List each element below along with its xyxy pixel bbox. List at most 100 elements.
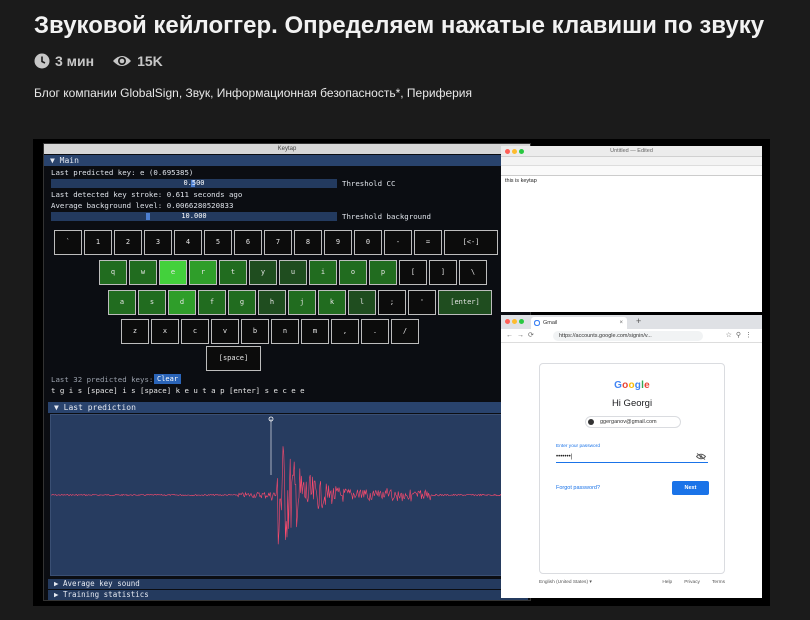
footer-links: Help Privacy Terms [662,580,725,585]
key-v[interactable]: v [211,319,239,344]
key-7[interactable]: 7 [264,230,292,255]
footer-privacy-link[interactable]: Privacy [684,580,700,585]
nav-arrows-icon[interactable]: ←→⟳ [506,331,538,339]
key-sym1-12[interactable]: \ [459,260,487,285]
last-predicted-key: Last predicted key: e (0.695385) [51,168,194,177]
zoom-icon[interactable] [519,319,524,324]
key-i[interactable]: i [309,260,337,285]
key-sym2-9[interactable]: ; [378,290,406,315]
threshold-cc-slider[interactable]: 0.500 [51,179,337,188]
key-w[interactable]: w [129,260,157,285]
key-sym1-10[interactable]: [ [399,260,427,285]
key-m[interactable]: m [301,319,329,344]
signin-card: Google Hi Georgi ggerganov@gmail.com Ent… [539,363,725,574]
key-z[interactable]: z [121,319,149,344]
key-e[interactable]: e [159,260,187,285]
footer-help-link[interactable]: Help [662,580,672,585]
key-h[interactable]: h [258,290,286,315]
key-a[interactable]: a [108,290,136,315]
key-b[interactable]: b [241,319,269,344]
language-select[interactable]: English (United States) ▾ [539,580,592,585]
key-enter[interactable]: [enter] [438,290,492,315]
key-sym0-12[interactable]: = [414,230,442,255]
key-p[interactable]: p [369,260,397,285]
minimize-icon[interactable] [512,319,517,324]
key-6[interactable]: 6 [234,230,262,255]
textedit-toolbar [501,157,762,166]
hubs-text[interactable]: Блог компании GlobalSign, Звук, Информац… [34,86,472,100]
google-logo: Google [540,380,724,391]
key-sym2-10[interactable]: ' [408,290,436,315]
minimize-icon[interactable] [512,149,517,154]
key-sym3-8[interactable]: . [361,319,389,344]
eye-off-icon[interactable] [696,453,706,460]
article-image: Keytap ▼ Main Last predicted key: e (0.6… [33,139,770,606]
last-prediction-header[interactable]: ▼ Last prediction [48,402,528,413]
chrome-window-controls [505,319,524,324]
key-c[interactable]: c [181,319,209,344]
key-u[interactable]: u [279,260,307,285]
clear-button[interactable]: Clear [154,374,182,384]
key-t[interactable]: t [219,260,247,285]
key-space[interactable]: [space] [206,346,261,371]
password-input[interactable]: •••••••| [556,452,708,463]
key-sym0-0[interactable]: ` [54,230,82,255]
new-tab-icon[interactable]: + [636,316,641,326]
key-0[interactable]: 0 [354,230,382,255]
key-sym3-9[interactable]: / [391,319,419,344]
key-s[interactable]: s [138,290,166,315]
key-r[interactable]: r [189,260,217,285]
eye-icon [113,56,132,66]
key-g[interactable]: g [228,290,256,315]
key-9[interactable]: 9 [324,230,352,255]
zoom-icon[interactable] [519,149,524,154]
key-sym0-11[interactable]: - [384,230,412,255]
key-1[interactable]: 1 [84,230,112,255]
key-8[interactable]: 8 [294,230,322,255]
toolbar-icons[interactable]: ☆⚲⋮ [726,331,756,339]
key-2[interactable]: 2 [114,230,142,255]
url-input[interactable]: https://accounts.google.com/signin/v... [553,331,703,341]
close-icon[interactable] [505,319,510,324]
main-section-header[interactable]: ▼ Main [44,155,530,166]
average-key-sound-header[interactable]: ▶ Average key sound [48,579,528,589]
close-icon[interactable] [505,149,510,154]
avg-background: Average background level: 0.006628052083… [51,201,234,210]
key-x[interactable]: x [151,319,179,344]
key-n[interactable]: n [271,319,299,344]
article-meta: 3 мин 15K [34,53,163,69]
chrome-tab[interactable]: Gmail × [531,317,627,329]
textedit-ruler [501,166,762,176]
forgot-password-link[interactable]: Forgot password? [556,485,600,491]
key-y[interactable]: y [249,260,277,285]
key-sym3-7[interactable]: , [331,319,359,344]
key-f[interactable]: f [198,290,226,315]
key-d[interactable]: d [168,290,196,315]
threshold-cc-row: 0.500 Threshold CC [44,178,530,189]
key-o[interactable]: o [339,260,367,285]
key-k[interactable]: k [318,290,346,315]
chrome-window: Gmail × + ←→⟳ https://accounts.google.co… [501,315,762,598]
article-hubs[interactable]: Блог компании GlobalSign, Звук, Информац… [34,86,472,100]
key-sym1-11[interactable]: ] [429,260,457,285]
key-q[interactable]: q [99,260,127,285]
key-5[interactable]: 5 [204,230,232,255]
threshold-bg-slider[interactable]: 10.000 [51,212,337,221]
views: 15K [112,53,163,69]
read-time-text: 3 мин [55,53,95,69]
textedit-window: Untitled — Edited this is keytap [501,146,762,312]
read-time: 3 мин [34,53,94,69]
key-4[interactable]: 4 [174,230,202,255]
key-3[interactable]: 3 [144,230,172,255]
account-chip[interactable]: ggerganov@gmail.com [585,416,681,428]
next-button[interactable]: Next [672,481,709,495]
key-j[interactable]: j [288,290,316,315]
textedit-body[interactable]: this is keytap [501,176,762,186]
window-controls [505,149,524,154]
key-sym0-13[interactable]: [<-] [444,230,498,255]
tab-close-icon[interactable]: × [619,317,623,329]
google-logo-letter: e [644,380,650,391]
footer-terms-link[interactable]: Terms [712,580,725,585]
key-l[interactable]: l [348,290,376,315]
training-statistics-header[interactable]: ▶ Training statistics [48,590,528,600]
